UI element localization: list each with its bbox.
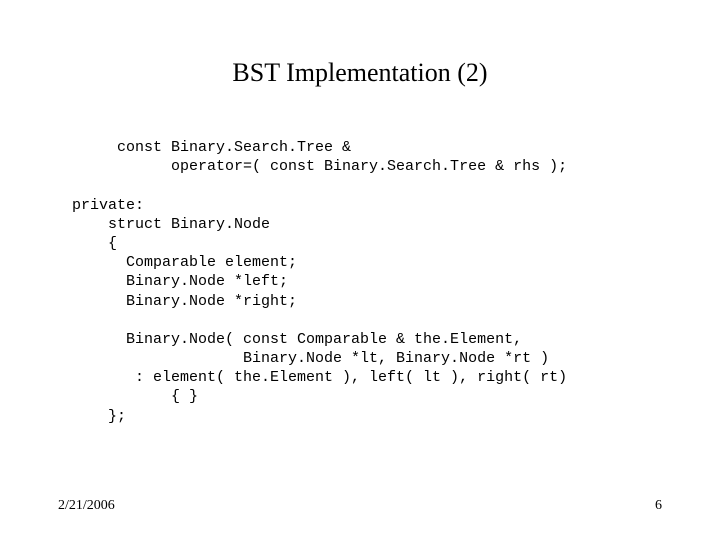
- slide: BST Implementation (2) const Binary.Sear…: [0, 0, 720, 540]
- footer-date: 2/21/2006: [58, 498, 115, 514]
- footer-page-number: 6: [655, 498, 662, 514]
- code-block: const Binary.Search.Tree & operator=( co…: [72, 138, 690, 426]
- page-title: BST Implementation (2): [0, 58, 720, 88]
